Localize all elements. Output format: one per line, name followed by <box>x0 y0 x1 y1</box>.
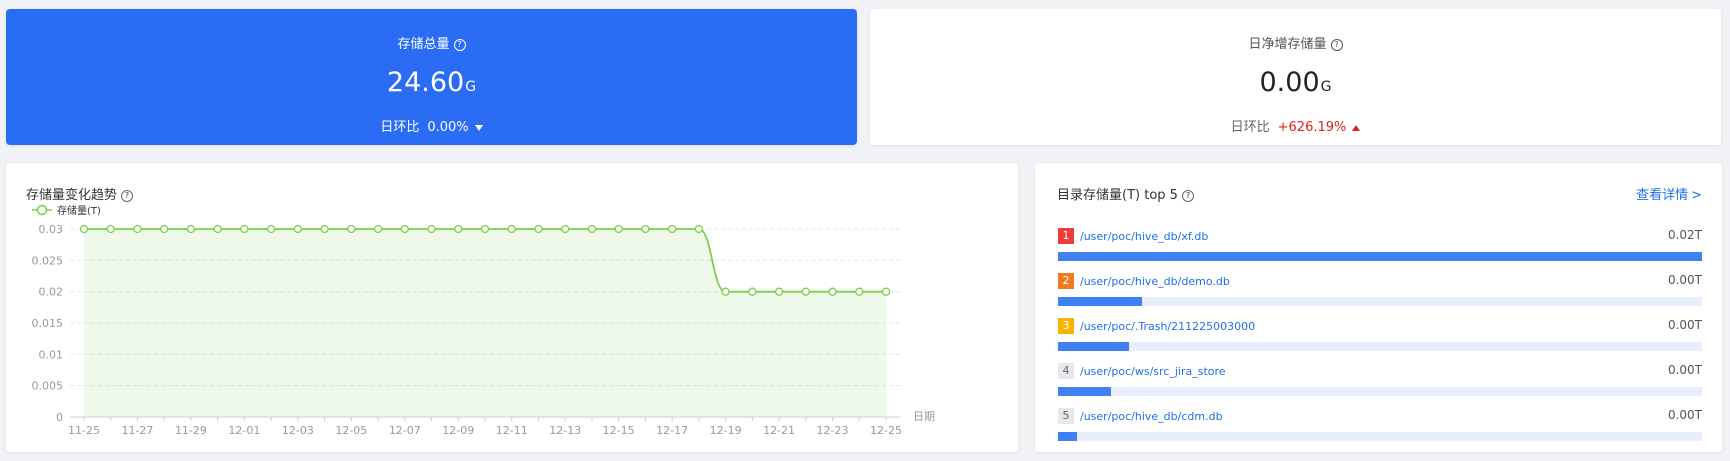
view-details-link[interactable]: 查看详情 > <box>1636 184 1702 203</box>
data-point[interactable] <box>213 224 222 234</box>
y-tick-label: 0.015 <box>32 317 64 330</box>
list-item[interactable]: 5/user/poc/hive_db/cdm.db 0.00T <box>1058 408 1702 448</box>
x-tick-label: 12-05 <box>335 424 367 437</box>
progress-track <box>1058 297 1702 306</box>
series-area <box>84 229 886 417</box>
list-item[interactable]: 3/user/poc/.Trash/211225003000 0.00T <box>1058 318 1702 358</box>
x-tick-label: 11-27 <box>121 424 153 437</box>
progress-fill <box>1058 252 1702 261</box>
x-tick-label: 12-19 <box>710 424 742 437</box>
data-point[interactable] <box>106 224 115 234</box>
data-point[interactable] <box>133 224 142 234</box>
progress-track <box>1058 387 1702 396</box>
rank-badge: 5 <box>1058 408 1074 424</box>
data-point[interactable] <box>266 224 276 234</box>
legend-marker <box>36 204 48 216</box>
directory-path-link[interactable]: /user/poc/.Trash/211225003000 <box>1080 320 1255 333</box>
x-tick-label: 12-23 <box>817 424 849 437</box>
data-point[interactable] <box>774 287 784 296</box>
list-item[interactable]: 2/user/poc/hive_db/demo.db 0.00T <box>1058 273 1702 313</box>
x-tick-label: 11-29 <box>175 424 207 437</box>
data-point[interactable] <box>587 224 597 234</box>
y-axis-ticks: 0 0.005 0.01 0.015 0.02 0.025 0.03 <box>32 223 64 424</box>
view-details-label: 查看详情 <box>1636 188 1689 203</box>
data-point[interactable] <box>721 287 730 296</box>
y-tick-label: 0.03 <box>39 223 64 236</box>
x-tick-label: 12-09 <box>442 424 474 437</box>
data-point[interactable] <box>855 287 864 296</box>
data-point[interactable] <box>293 224 303 234</box>
y-tick-label: 0.005 <box>32 380 64 393</box>
data-point[interactable] <box>186 224 196 234</box>
data-point[interactable] <box>160 224 169 234</box>
x-tick-label: 12-07 <box>389 424 421 437</box>
data-point[interactable] <box>828 287 837 296</box>
data-point[interactable] <box>507 224 516 234</box>
data-point[interactable] <box>641 224 650 234</box>
x-tick-label: 12-25 <box>870 424 902 437</box>
x-tick-label: 12-01 <box>228 424 260 437</box>
data-point[interactable] <box>320 224 329 234</box>
data-point[interactable] <box>801 287 810 296</box>
data-point[interactable] <box>454 224 463 234</box>
progress-fill <box>1058 387 1112 396</box>
rank-badge: 4 <box>1058 363 1074 379</box>
data-point[interactable] <box>614 224 623 234</box>
progress-track <box>1058 252 1702 261</box>
directory-size: 0.00T <box>1667 273 1702 287</box>
x-tick-label: 11-25 <box>68 424 100 437</box>
y-tick-label: 0.025 <box>32 254 64 267</box>
data-point[interactable] <box>240 224 249 234</box>
chevron-right-icon: > <box>1691 188 1702 203</box>
chart-legend[interactable]: 存储量(T) <box>32 204 101 217</box>
rank-badge: 3 <box>1058 318 1074 334</box>
top5-panel-title-row: 目录存储量(T) top 5? <box>1057 184 1194 203</box>
directory-size: 0.00T <box>1667 408 1702 422</box>
directory-path-link[interactable]: /user/poc/hive_db/demo.db <box>1080 275 1230 288</box>
directory-size: 0.02T <box>1667 228 1702 242</box>
directory-path-link[interactable]: /user/poc/hive_db/xf.db <box>1080 230 1208 243</box>
data-point[interactable] <box>373 224 383 234</box>
directory-size: 0.00T <box>1667 318 1702 332</box>
top5-panel-title: 目录存储量(T) top 5 <box>1057 188 1178 203</box>
directory-path-link[interactable]: /user/poc/ws/src_jira_store <box>1080 365 1226 378</box>
y-tick-label: 0.02 <box>39 286 64 299</box>
y-tick-label: 0 <box>56 411 63 424</box>
data-point[interactable] <box>694 224 704 234</box>
data-point[interactable] <box>79 224 89 234</box>
legend-label: 存储量(T) <box>57 204 101 217</box>
list-item[interactable]: 1/user/poc/hive_db/xf.db 0.02T <box>1058 228 1702 268</box>
directory-size: 0.00T <box>1667 363 1702 377</box>
x-tick-label: 12-13 <box>549 424 581 437</box>
x-tick-label: 12-11 <box>496 424 528 437</box>
progress-fill <box>1058 297 1142 306</box>
data-point[interactable] <box>534 224 543 234</box>
list-item[interactable]: 4/user/poc/ws/src_jira_store 0.00T <box>1058 363 1702 403</box>
y-tick-label: 0.01 <box>39 348 64 361</box>
x-tick-label: 12-03 <box>282 424 314 437</box>
data-point[interactable] <box>480 224 490 234</box>
progress-track <box>1058 432 1702 441</box>
data-point[interactable] <box>561 224 570 234</box>
data-point[interactable] <box>347 224 356 234</box>
rank-badge: 1 <box>1058 228 1074 244</box>
data-point[interactable] <box>748 287 757 296</box>
data-point[interactable] <box>427 224 436 234</box>
x-axis-ticks: 11-25 11-27 11-29 12-01 12-03 12-05 12-07 12-09… <box>68 417 902 437</box>
progress-fill <box>1058 432 1078 441</box>
x-tick-label: 12-17 <box>656 424 688 437</box>
progress-track <box>1058 342 1702 351</box>
data-point[interactable] <box>881 287 891 296</box>
data-point[interactable] <box>667 224 677 234</box>
progress-fill <box>1058 342 1129 351</box>
x-tick-label: 12-15 <box>603 424 635 437</box>
x-axis-title: 日期 <box>913 410 935 423</box>
x-tick-label: 12-21 <box>763 424 795 437</box>
rank-badge: 2 <box>1058 273 1074 289</box>
help-icon[interactable]: ? <box>1181 189 1194 202</box>
directory-path-link[interactable]: /user/poc/hive_db/cdm.db <box>1080 410 1223 423</box>
data-point[interactable] <box>400 224 409 234</box>
